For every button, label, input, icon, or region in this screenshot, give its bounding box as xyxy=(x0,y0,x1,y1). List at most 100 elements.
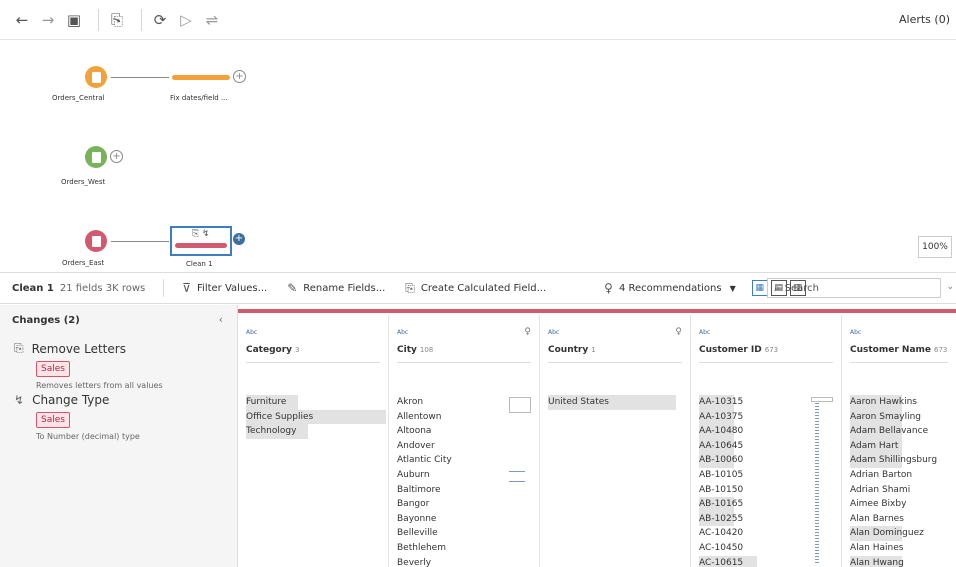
type-icon[interactable]: Abc xyxy=(548,329,559,336)
value-item[interactable]: Furniture xyxy=(246,395,298,410)
profile-card-customer-id[interactable]: Abc Customer ID 673 AA-10315 AA-10375 AA-… xyxy=(691,315,842,567)
rename-icon: ✎ xyxy=(287,281,298,295)
value-item[interactable]: AA-10315 xyxy=(699,395,757,410)
type-icon[interactable]: Abc xyxy=(397,329,408,336)
value-item[interactable]: AC-10450 xyxy=(699,541,757,556)
value-item[interactable]: Alan Hwang xyxy=(850,555,938,567)
value-item[interactable]: Adrian Shami xyxy=(850,483,937,498)
summary-scroll-box[interactable] xyxy=(811,397,833,402)
input-node-orders-central[interactable] xyxy=(85,66,107,88)
value-item[interactable]: Adam Bellavance xyxy=(850,424,938,439)
node-label: Orders_Central xyxy=(52,94,105,102)
recommendation-icon[interactable]: ♀ xyxy=(524,327,531,337)
distinct-count: 673 xyxy=(934,346,948,354)
rename-fields-button[interactable]: ✎ Rename Fields... xyxy=(287,281,385,295)
summary-scroll-box[interactable] xyxy=(509,397,531,413)
add-step-icon[interactable]: + xyxy=(233,70,246,83)
value-item[interactable]: AC-10420 xyxy=(699,526,757,541)
changes-header: Changes (2) xyxy=(12,315,80,326)
value-item[interactable]: Altoona xyxy=(397,424,452,439)
step-label: Fix dates/field ... xyxy=(170,94,228,102)
search-field[interactable]: ⌕ Search xyxy=(767,278,941,298)
search-placeholder: Search xyxy=(784,282,819,294)
field-tag[interactable]: Sales xyxy=(36,361,70,377)
value-item[interactable]: AB-10255 xyxy=(699,511,757,527)
flow-canvas[interactable]: Orders_Central + Fix dates/field ... + O… xyxy=(0,40,956,270)
step-name: Clean 1 xyxy=(12,282,54,294)
alerts-button[interactable]: Alerts (0) xyxy=(899,13,950,26)
value-item[interactable]: AA-10375 xyxy=(699,409,757,425)
chevron-down-icon[interactable]: ⌄ xyxy=(946,282,954,292)
add-step-icon[interactable]: + xyxy=(110,150,123,163)
node-label: Orders_West xyxy=(61,178,106,186)
value-item[interactable]: Atlantic City xyxy=(397,453,452,468)
distinct-count: 3 xyxy=(295,346,300,354)
profile-card-customer-name[interactable]: Abc Customer Name 673 Aaron Hawkins Aaron… xyxy=(842,315,956,567)
value-item[interactable]: Belleville xyxy=(397,526,452,541)
step-fix-dates[interactable] xyxy=(172,75,230,80)
value-item[interactable]: Alan Haines xyxy=(850,541,937,556)
create-calculated-field-label: Create Calculated Field... xyxy=(420,282,547,294)
value-item[interactable]: Aimee Bixby xyxy=(850,497,937,512)
selected-step-clean-1[interactable]: ⎘ ↯ xyxy=(170,226,232,256)
summary-bar xyxy=(509,481,525,482)
value-item[interactable]: AB-10165 xyxy=(699,497,757,512)
create-calculated-field-button[interactable]: ⎘ Create Calculated Field... xyxy=(405,281,546,296)
forward-arrow-icon[interactable]: → xyxy=(38,10,58,30)
value-item[interactable]: AB-10105 xyxy=(699,468,757,483)
value-item[interactable]: Technology xyxy=(246,424,308,439)
value-item[interactable]: United States xyxy=(548,395,676,410)
distinct-count: 673 xyxy=(764,346,779,354)
profile-card-country[interactable]: Abc ♀ Country 1 United States xyxy=(540,315,691,567)
calc-icon: ⎘ xyxy=(405,280,415,295)
value-item[interactable]: Aaron Smayling xyxy=(850,409,938,425)
file-icon xyxy=(91,71,101,83)
value-item[interactable]: Alan Barnes xyxy=(850,512,937,527)
value-item[interactable]: Adrian Barton xyxy=(850,468,937,483)
filter-settings-icon[interactable]: ⇌ xyxy=(202,10,222,30)
input-node-orders-west[interactable] xyxy=(85,146,107,168)
recommendations-dropdown[interactable]: ♀ 4 Recommendations ▼ xyxy=(604,281,736,295)
value-item[interactable]: Baltimore xyxy=(397,483,452,498)
value-item[interactable]: Aaron Hawkins xyxy=(850,395,938,410)
add-step-icon[interactable]: + xyxy=(233,233,245,245)
value-item[interactable]: Andover xyxy=(397,439,452,454)
type-icon[interactable]: Abc xyxy=(850,329,861,336)
value-item[interactable]: Auburn xyxy=(397,468,452,483)
value-item[interactable]: AA-10645 xyxy=(699,438,757,454)
value-item[interactable]: Akron xyxy=(397,395,452,410)
flow-connector xyxy=(111,77,169,78)
value-item[interactable]: Adam Hart xyxy=(850,438,938,454)
profile-card-city[interactable]: Abc ♀ City 108 Akron Allentown Altoona An… xyxy=(389,315,540,567)
profile-card-category[interactable]: Abc Category 3 Furniture Office Supplies … xyxy=(238,315,389,567)
change-item-change-type[interactable]: ↯ Change Type Sales To Number (decimal) t… xyxy=(14,393,140,441)
type-icon[interactable]: Abc xyxy=(699,329,710,336)
data-source-icon[interactable]: ⎘ xyxy=(107,10,127,30)
save-icon[interactable]: ▣ xyxy=(64,10,84,30)
value-item[interactable]: Allentown xyxy=(397,410,452,425)
zoom-level[interactable]: 100% xyxy=(918,236,952,258)
run-icon[interactable]: ▷ xyxy=(176,10,196,30)
value-list: AA-10315 AA-10375 AA-10480 AA-10645 AB-1… xyxy=(699,395,757,567)
type-icon[interactable]: Abc xyxy=(246,329,257,336)
value-item[interactable]: Beverly xyxy=(397,556,452,567)
value-item[interactable]: Adam Shillingsburg xyxy=(850,453,938,468)
value-item[interactable]: AC-10615 xyxy=(699,555,757,567)
refresh-icon[interactable]: ⟳ xyxy=(150,10,170,30)
collapse-pane-icon[interactable]: ‹ xyxy=(219,313,223,326)
value-item[interactable]: Alan Dominguez xyxy=(850,526,938,541)
recommendation-icon[interactable]: ♀ xyxy=(675,327,682,337)
input-node-orders-east[interactable] xyxy=(85,230,107,252)
value-item[interactable]: Bangor xyxy=(397,497,452,512)
value-item[interactable]: AB-10060 xyxy=(699,453,757,468)
value-item[interactable]: Bethlehem xyxy=(397,541,452,556)
profile-view-icon[interactable]: ▦ xyxy=(751,280,768,296)
back-arrow-icon[interactable]: ← xyxy=(12,10,32,30)
field-tag[interactable]: Sales xyxy=(36,412,70,428)
value-item[interactable]: Office Supplies xyxy=(246,409,386,425)
value-item[interactable]: AB-10150 xyxy=(699,483,757,498)
value-item[interactable]: Bayonne xyxy=(397,512,452,527)
filter-values-button[interactable]: ⊽ Filter Values... xyxy=(182,281,267,295)
change-item-remove-letters[interactable]: ⎘ Remove Letters Sales Removes letters fr… xyxy=(14,341,163,390)
value-item[interactable]: AA-10480 xyxy=(699,424,757,439)
